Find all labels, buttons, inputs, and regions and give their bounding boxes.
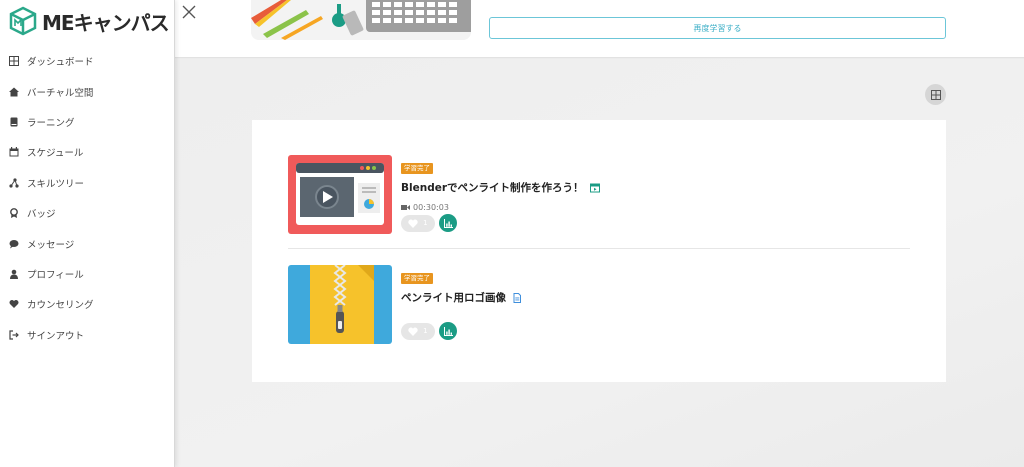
sidebar: MEキャンパス ダッシュボード バーチャル空間 ラーニング スケジュール スキル… (0, 0, 175, 467)
course-info: 学習完了 Blenderでペンライト制作を作ろう！ 00:30:03 (401, 155, 600, 212)
main-content: 学習完了 Blenderでペンライト制作を作ろう！ 00:30:03 1 学習完… (175, 59, 1024, 467)
stats-button[interactable] (439, 214, 457, 232)
sidebar-item-label: スケジュール (27, 148, 84, 160)
sidebar-item-counseling[interactable]: カウンセリング (0, 289, 175, 319)
relearn-button[interactable]: 再度学習する (489, 17, 946, 39)
sidebar-nav: ダッシュボード バーチャル空間 ラーニング スケジュール スキルツリー バッジ … (0, 46, 175, 350)
course-title-text: Blenderでペンライト制作を作ろう！ (401, 182, 584, 194)
stats-button[interactable] (439, 322, 457, 340)
sidebar-item-badge[interactable]: バッジ (0, 198, 175, 228)
house-icon (9, 87, 19, 97)
sidebar-item-label: メッセージ (27, 239, 75, 251)
sidebar-item-schedule[interactable]: スケジュール (0, 137, 175, 167)
message-bubble-icon (9, 239, 19, 249)
course-banner-image (251, 0, 471, 40)
zip-file-thumbnail[interactable] (288, 265, 392, 344)
heart-icon (408, 327, 419, 336)
dashboard-grid-icon (9, 56, 19, 67)
sidebar-item-sign-out[interactable]: サインアウト (0, 320, 175, 350)
course-title[interactable]: Blenderでペンライト制作を作ろう！ (401, 180, 600, 195)
sidebar-item-label: プロフィール (27, 269, 84, 281)
sidebar-item-label: ラーニング (27, 117, 75, 129)
list-item[interactable]: 学習完了 Blenderでペンライト制作を作ろう！ 00:30:03 1 (288, 155, 910, 249)
sidebar-item-label: バーチャル空間 (27, 87, 94, 99)
sidebar-item-label: カウンセリング (27, 300, 94, 312)
badge-icon (9, 208, 19, 219)
bar-chart-icon (443, 326, 453, 336)
app-logo[interactable]: MEキャンパス (8, 6, 170, 36)
sidebar-item-label: サインアウト (27, 330, 85, 342)
grid-view-icon (930, 89, 941, 100)
like-count: 1 (423, 219, 428, 227)
top-header: 再度学習する (175, 0, 1024, 58)
status-badge: 学習完了 (401, 163, 433, 174)
video-player-icon (288, 155, 392, 234)
calendar-icon (9, 147, 19, 157)
video-player-thumbnail[interactable] (288, 155, 392, 234)
duration-text: 00:30:03 (413, 203, 449, 212)
like-button[interactable]: 1 (401, 322, 435, 340)
book-icon (9, 117, 19, 127)
logo-text: MEキャンパス (42, 10, 170, 35)
course-actions: 1 (401, 322, 457, 340)
stationery-illustration-icon (251, 0, 471, 40)
like-button[interactable]: 1 (401, 214, 435, 232)
like-count: 1 (423, 327, 428, 335)
sidebar-item-skill-tree[interactable]: スキルツリー (0, 168, 175, 198)
user-icon (9, 269, 19, 279)
status-badge: 学習完了 (401, 273, 433, 284)
course-list-card: 学習完了 Blenderでペンライト制作を作ろう！ 00:30:03 1 学習完… (252, 120, 946, 382)
sidebar-item-message[interactable]: メッセージ (0, 228, 175, 258)
sidebar-item-dashboard[interactable]: ダッシュボード (0, 46, 175, 76)
file-icon (512, 292, 522, 303)
list-item[interactable]: 学習完了 ペンライト用ロゴ画像 1 (288, 265, 910, 349)
sign-out-icon (9, 330, 19, 340)
video-lesson-icon (589, 183, 600, 193)
skill-tree-icon (9, 178, 19, 188)
course-info: 学習完了 ペンライト用ロゴ画像 (401, 265, 522, 305)
sidebar-item-label: ダッシュボード (27, 57, 94, 69)
logo-cube-icon (9, 6, 37, 36)
grid-view-toggle[interactable] (925, 84, 946, 105)
sidebar-item-virtual-space[interactable]: バーチャル空間 (0, 76, 175, 106)
course-title[interactable]: ペンライト用ロゴ画像 (401, 290, 522, 305)
sidebar-item-label: バッジ (27, 209, 56, 221)
close-icon[interactable] (181, 4, 197, 20)
bar-chart-icon (443, 218, 453, 228)
heart-icon (9, 299, 19, 309)
sidebar-item-learning[interactable]: ラーニング (0, 107, 175, 137)
course-actions: 1 (401, 214, 457, 232)
heart-icon (408, 219, 419, 228)
sidebar-item-label: スキルツリー (27, 178, 85, 190)
video-camera-icon (401, 205, 410, 210)
sidebar-item-profile[interactable]: プロフィール (0, 259, 175, 289)
video-duration: 00:30:03 (401, 203, 600, 212)
zip-file-icon (288, 265, 392, 344)
course-title-text: ペンライト用ロゴ画像 (401, 292, 506, 304)
